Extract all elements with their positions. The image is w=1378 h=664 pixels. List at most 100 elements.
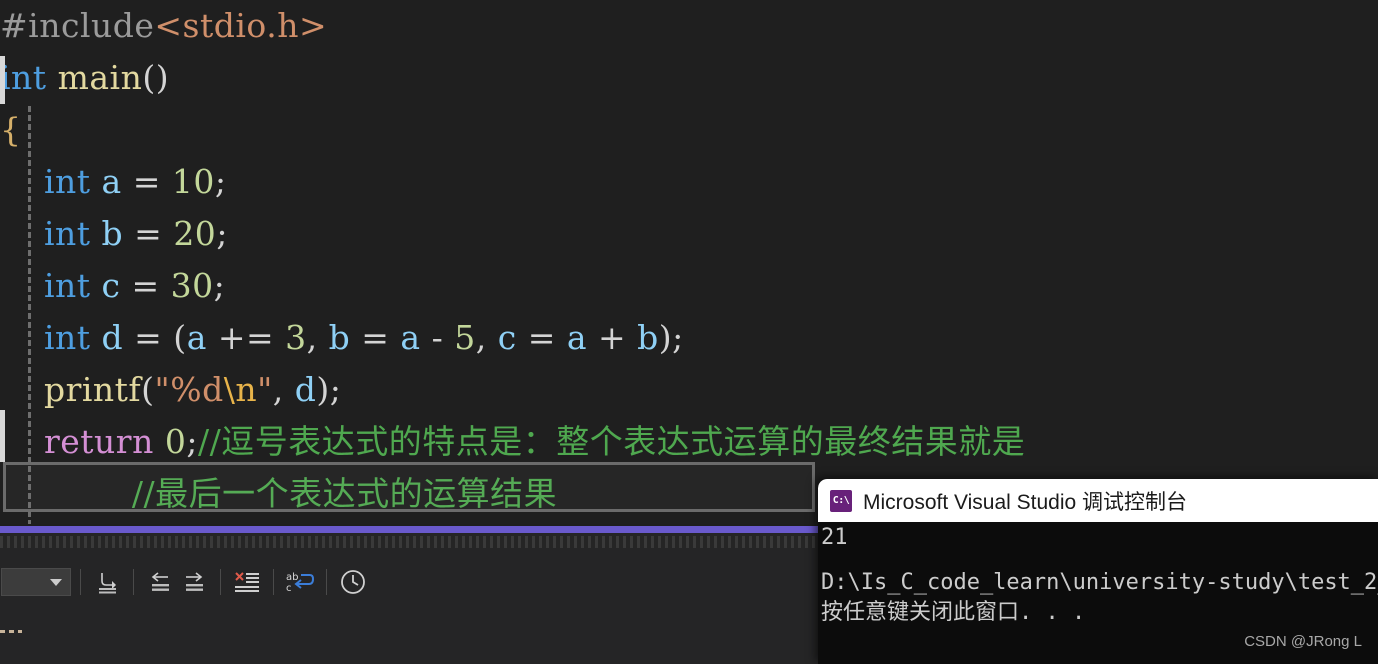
token: ,	[272, 370, 295, 409]
token: 20	[173, 214, 217, 253]
token: =	[350, 318, 401, 357]
chevron-down-icon	[50, 578, 62, 586]
token: =	[516, 318, 567, 357]
token: ()	[142, 58, 170, 97]
token: int	[43, 266, 91, 305]
token: a	[186, 318, 207, 357]
token: b	[328, 318, 351, 357]
clock-icon	[341, 570, 365, 594]
token: \n	[223, 370, 258, 409]
token: 30	[170, 266, 214, 305]
console-app-icon: C:\	[830, 489, 852, 512]
current-line-highlight	[3, 462, 815, 512]
token: );	[316, 370, 342, 409]
code-editor-pane[interactable]: #include<stdio.h> int main(){ int a = 10;…	[0, 0, 1378, 524]
token: b	[637, 318, 659, 357]
token: #include	[0, 6, 155, 45]
toolbar-separator-4	[273, 569, 274, 595]
console-output-area[interactable]: 21 D:\Is_C_code_learn\university-study\t…	[818, 522, 1378, 664]
code-line-return-with-comment[interactable]: return 0;//逗号表达式的特点是：整个表达式运算的最终结果就是	[0, 416, 1378, 468]
token: {	[0, 110, 22, 149]
code-line-open-brace[interactable]: {	[0, 104, 1378, 156]
console-titlebar[interactable]: C:\ Microsoft Visual Studio 调试控制台	[818, 479, 1378, 522]
clear-all-icon	[235, 572, 259, 592]
toolbar-separator-1	[80, 569, 81, 595]
token: printf	[43, 370, 142, 409]
code-line-decl-a[interactable]: int a = 10;	[0, 156, 1378, 208]
token: (	[141, 370, 155, 409]
console-icon-label: C:\	[832, 494, 850, 506]
debug-console-window[interactable]: C:\ Microsoft Visual Studio 调试控制台 21 D:\…	[818, 479, 1378, 664]
token: +=	[206, 318, 286, 357]
code-line-printf-call[interactable]: printf("%d\n", d);	[0, 364, 1378, 416]
code-line-main-signature[interactable]: int main()	[0, 52, 1378, 104]
token: c	[497, 318, 517, 357]
token: "	[257, 370, 273, 409]
toggle-word-wrap-button[interactable]: ab c	[283, 566, 317, 598]
token: int	[0, 58, 47, 97]
code-line-decl-b[interactable]: int b = 20;	[0, 208, 1378, 260]
code-line-decl-d-comma-expression[interactable]: int d = (a += 3, b = a - 5, c = a + b);	[0, 312, 1378, 364]
show-timestamps-button[interactable]	[336, 566, 370, 598]
code-line-include[interactable]: #include<stdio.h>	[0, 0, 1378, 52]
output-source-dropdown[interactable]	[1, 568, 71, 596]
change-marker-top	[0, 56, 5, 104]
dashed-stub-marker	[0, 630, 22, 633]
console-program-output: 21	[821, 525, 848, 550]
token: a	[566, 318, 588, 357]
toolbar-separator-3	[220, 569, 221, 595]
token: 3	[285, 318, 307, 357]
token: +	[587, 318, 638, 357]
token: <stdio.h>	[154, 6, 328, 45]
token: return	[43, 422, 154, 461]
navigate-forward-button[interactable]	[177, 566, 211, 598]
word-wrap-icon: ab c	[286, 572, 315, 594]
svg-text:ab: ab	[286, 572, 298, 583]
token: ,	[306, 318, 329, 357]
token: "%d	[154, 370, 224, 409]
token: ;	[214, 162, 227, 201]
token: 0	[164, 422, 187, 461]
watermark-text: CSDN @JRong L	[1244, 633, 1362, 650]
token: = (	[123, 318, 187, 357]
dump-to-file-button[interactable]	[90, 566, 124, 598]
console-title: Microsoft Visual Studio 调试控制台	[863, 490, 1188, 514]
console-exit-path: D:\Is_C_code_learn\university-study\test…	[821, 570, 1378, 595]
token: a	[101, 162, 122, 201]
token: int	[43, 162, 91, 201]
token: =	[120, 266, 171, 305]
clear-all-button[interactable]	[230, 566, 264, 598]
token: d	[294, 370, 317, 409]
token: );	[658, 318, 684, 357]
navigate-back-button[interactable]	[143, 566, 177, 598]
token: =	[123, 214, 174, 253]
token: =	[121, 162, 172, 201]
token: ,	[475, 318, 498, 357]
svg-text:c: c	[286, 583, 292, 594]
token: ;	[186, 422, 198, 461]
token: -	[420, 318, 455, 357]
console-press-key-prompt: 按任意键关闭此窗口. . .	[821, 600, 1086, 625]
token: ;	[213, 266, 226, 305]
arrow-right-icon	[186, 572, 203, 591]
toolbar-separator-5	[326, 569, 327, 595]
arrow-left-icon	[151, 572, 169, 591]
token: //逗号表达式的特点是：整个表达式运算的最终结果就是	[197, 422, 1026, 461]
code-lines-container[interactable]: #include<stdio.h> int main(){ int a = 10;…	[0, 0, 1378, 524]
token: main	[57, 58, 143, 97]
token: a	[400, 318, 421, 357]
change-marker-mid	[0, 410, 5, 462]
toolbar-separator-2	[133, 569, 134, 595]
code-line-decl-c[interactable]: int c = 30;	[0, 260, 1378, 312]
